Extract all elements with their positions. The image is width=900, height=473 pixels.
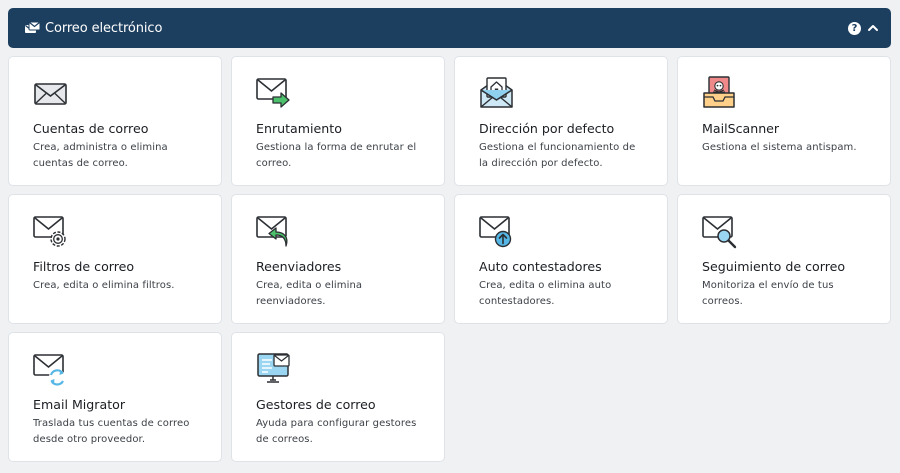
card-routing[interactable]: Enrutamiento Gestiona la forma de enruta… bbox=[231, 56, 445, 186]
mail-tracking-icon bbox=[702, 213, 738, 249]
card-description: Gestiona el sistema antispam. bbox=[702, 142, 857, 153]
card-mailscanner[interactable]: MailScanner Gestiona el sistema antispam… bbox=[677, 56, 891, 186]
card-title: Email Migrator bbox=[33, 397, 126, 412]
card-title: Auto contestadores bbox=[479, 259, 602, 274]
card-default-address[interactable]: Dirección por defecto Gestiona el funcio… bbox=[454, 56, 668, 186]
card-title: Enrutamiento bbox=[256, 121, 342, 136]
card-mail-tracking[interactable]: Seguimiento de correo Monitoriza el enví… bbox=[677, 194, 891, 324]
mail-section-icon bbox=[24, 21, 41, 36]
section-title: Correo electrónico bbox=[45, 20, 163, 36]
card-description: Traslada tus cuentas de correo desde otr… bbox=[33, 418, 190, 445]
card-title: Seguimiento de correo bbox=[702, 259, 846, 274]
card-description: Gestiona la forma de enrutar el correo. bbox=[256, 142, 417, 169]
card-title: MailScanner bbox=[702, 121, 780, 136]
card-email-migrator[interactable]: Email Migrator Traslada tus cuentas de c… bbox=[8, 332, 222, 462]
email-migrator-icon bbox=[33, 351, 69, 387]
card-description: Monitoriza el envío de tus correos. bbox=[702, 280, 834, 307]
card-mail-clients[interactable]: Gestores de correo Ayuda para configurar… bbox=[231, 332, 445, 462]
mail-forward-icon bbox=[256, 213, 292, 249]
mail-envelope-icon bbox=[33, 75, 69, 111]
card-forwarders[interactable]: Reenviadores Crea, edita o elimina reenv… bbox=[231, 194, 445, 324]
card-description: Crea, edita o elimina auto contestadores… bbox=[479, 280, 612, 307]
mail-clients-icon bbox=[256, 351, 292, 387]
card-description: Crea, administra o elimina cuentas de co… bbox=[33, 142, 168, 169]
mail-routing-icon bbox=[256, 75, 292, 111]
card-mail-filters[interactable]: Filtros de correo Crea, edita o elimina … bbox=[8, 194, 222, 324]
card-description: Ayuda para configurar gestores de correo… bbox=[256, 418, 417, 445]
card-autoresponders[interactable]: Auto contestadores Crea, edita o elimina… bbox=[454, 194, 668, 324]
default-address-icon bbox=[479, 75, 515, 111]
card-title: Gestores de correo bbox=[256, 397, 376, 412]
card-description: Crea, edita o elimina reenviadores. bbox=[256, 280, 363, 307]
mail-filter-gear-icon bbox=[33, 213, 69, 249]
section-header[interactable]: Correo electrónico ? bbox=[8, 8, 891, 48]
card-title: Cuentas de correo bbox=[33, 121, 149, 136]
mailscanner-icon bbox=[702, 75, 738, 111]
card-description: Gestiona el funcionamiento de la direcci… bbox=[479, 142, 636, 169]
mail-tools-grid: Cuentas de correo Crea, administra o eli… bbox=[8, 56, 891, 462]
help-icon[interactable]: ? bbox=[848, 21, 861, 35]
card-title: Dirección por defecto bbox=[479, 121, 615, 136]
card-title: Reenviadores bbox=[256, 259, 342, 274]
card-email-accounts[interactable]: Cuentas de correo Crea, administra o eli… bbox=[8, 56, 222, 186]
card-title: Filtros de correo bbox=[33, 259, 135, 274]
autoresponder-icon bbox=[479, 213, 515, 249]
card-description: Crea, edita o elimina filtros. bbox=[33, 280, 175, 291]
chevron-up-icon[interactable] bbox=[867, 22, 879, 34]
